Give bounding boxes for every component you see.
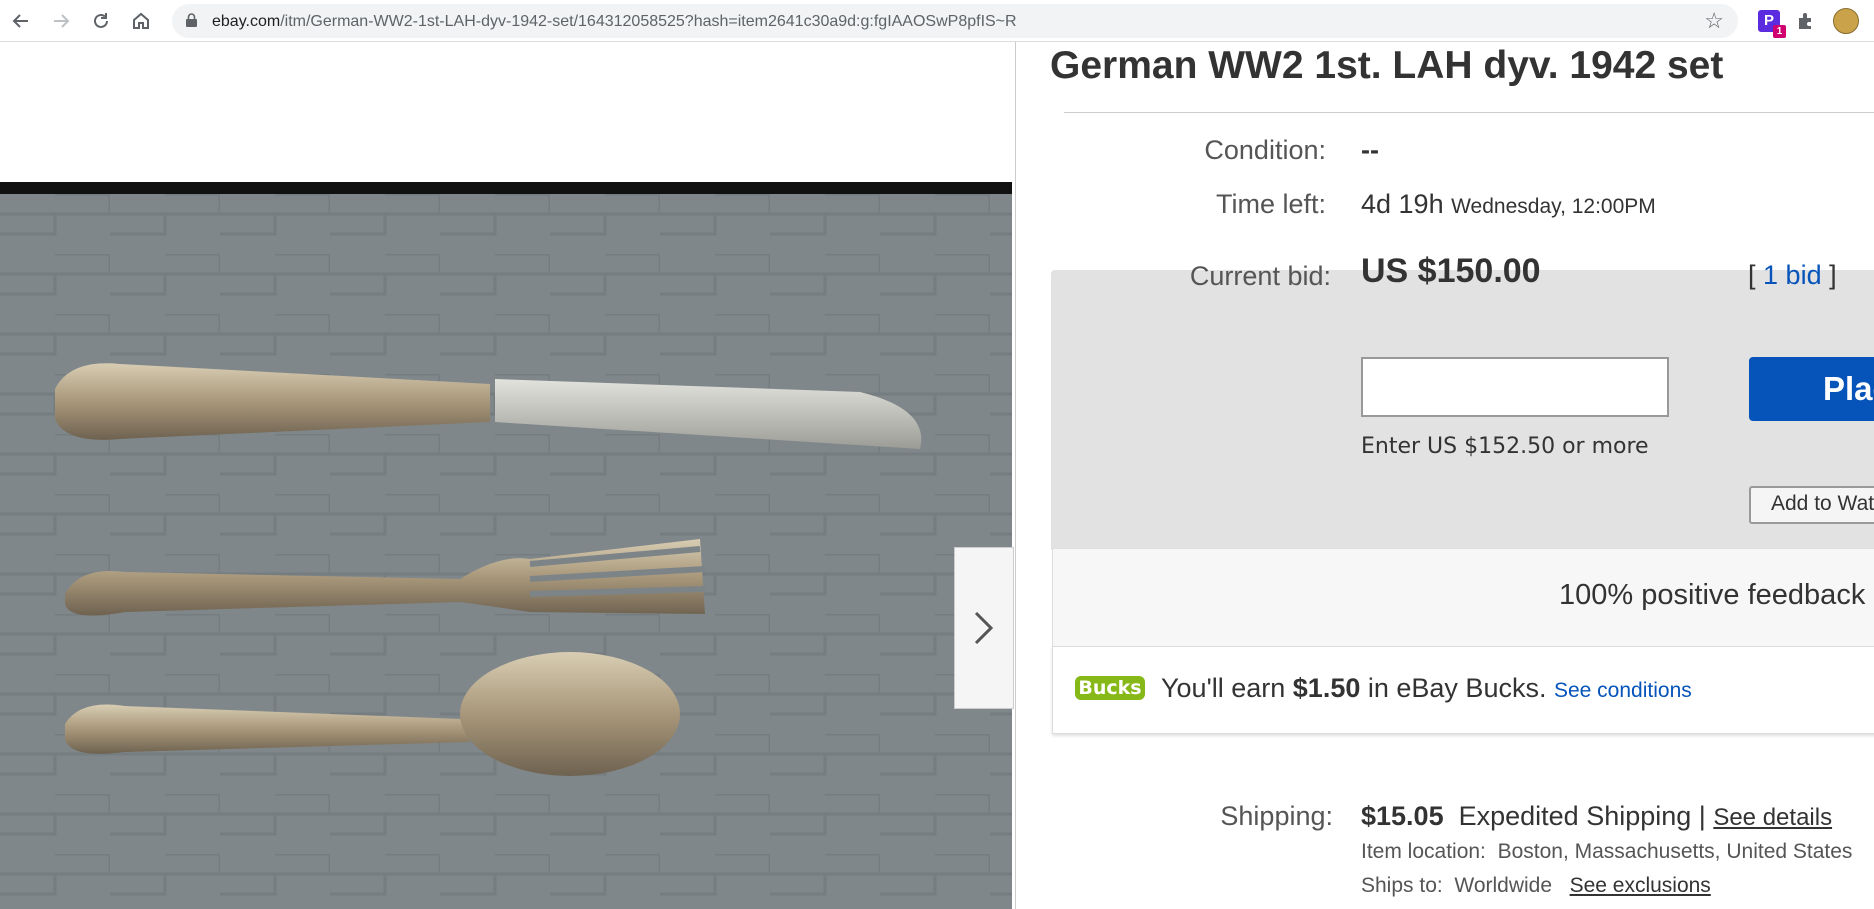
time-left-end-date: Wednesday, 12:00PM [1451, 195, 1656, 218]
current-bid-value: US $150.00 [1361, 252, 1541, 290]
bid-count-wrapper: [ 1 bid ] [1748, 260, 1837, 291]
ebay-bucks-strip: Bucks You'll earn $1.50 in eBay Bucks. S… [1052, 646, 1874, 734]
item-title: German WW2 1st. LAH dyv. 1942 set [1050, 44, 1724, 87]
lock-icon [186, 13, 197, 27]
title-divider [1064, 112, 1874, 113]
time-left-label: Time left: [1215, 189, 1326, 219]
next-image-chevron-icon[interactable] [954, 547, 1014, 709]
address-bar[interactable]: ebay.com/itm/German-WW2-1st-LAH-dyv-1942… [172, 4, 1738, 38]
bid-count-bracket-open: [ [1748, 260, 1756, 290]
add-to-watchlist-button[interactable]: Add to Watchlist [1749, 486, 1874, 524]
current-bid-label: Current bid: [1189, 261, 1331, 291]
time-left-duration: 4d 19h [1361, 189, 1444, 219]
item-location-label: Item location: [1361, 840, 1486, 863]
home-icon[interactable] [128, 8, 154, 34]
ships-to-label: Ships to: [1361, 874, 1443, 897]
item-photo[interactable] [0, 182, 1012, 909]
cutlery-photo-image [0, 194, 1012, 909]
url-text: ebay.com/itm/German-WW2-1st-LAH-dyv-1942… [212, 13, 1017, 30]
item-location: Item location: Boston, Massachusetts, Un… [1361, 840, 1852, 864]
bucks-earn-amount: $1.50 [1292, 673, 1361, 703]
bid-count-link[interactable]: 1 bid [1763, 260, 1822, 290]
shipping-label: Shipping: [1220, 801, 1333, 831]
forward-arrow-icon[interactable] [48, 8, 74, 34]
bucks-earn-text: You'll earn $1.50 in eBay Bucks. See con… [1161, 673, 1692, 704]
condition-label: Condition: [1204, 135, 1326, 165]
image-gallery [0, 42, 1016, 909]
profile-avatar[interactable] [1833, 8, 1859, 34]
item-location-value: Boston, Massachusetts, United States [1497, 840, 1853, 863]
reload-icon[interactable] [88, 8, 114, 34]
place-bid-button[interactable]: Place bid [1749, 357, 1874, 421]
see-details-link[interactable]: See details [1713, 804, 1832, 831]
puzzle-extensions-icon[interactable] [1793, 8, 1819, 34]
see-conditions-link[interactable]: See conditions [1554, 679, 1692, 702]
item-details-panel: German WW2 1st. LAH dyv. 1942 set Condit… [1016, 42, 1874, 909]
bid-amount-input[interactable] [1361, 357, 1669, 417]
see-exclusions-link[interactable]: See exclusions [1570, 874, 1711, 897]
ebay-bucks-logo: Bucks [1075, 676, 1145, 700]
positive-feedback-text: 100% positive feedback [1559, 579, 1866, 611]
extension-badge-icon[interactable]: P 1 [1756, 8, 1786, 38]
extension-badge-count: 1 [1773, 25, 1786, 38]
back-arrow-icon[interactable] [8, 8, 34, 34]
ships-to-value: Worldwide [1454, 874, 1553, 897]
ships-to: Ships to: Worldwide See exclusions [1361, 874, 1711, 898]
shipping-method: Expedited Shipping | [1458, 801, 1706, 831]
time-left-value: 4d 19h Wednesday, 12:00PM [1361, 189, 1656, 220]
bookmark-star-icon[interactable]: ☆ [1704, 8, 1724, 34]
shipping-value: $15.05 Expedited Shipping | See details [1361, 801, 1832, 832]
seller-feedback-strip: 100% positive feedback [1052, 548, 1874, 647]
bid-count-bracket-close: ] [1829, 260, 1837, 290]
shipping-price: $15.05 [1361, 801, 1444, 831]
browser-toolbar: ebay.com/itm/German-WW2-1st-LAH-dyv-1942… [0, 0, 1874, 42]
bucks-earn-prefix: You'll earn [1161, 673, 1286, 703]
condition-value: -- [1361, 135, 1379, 165]
bucks-earn-suffix: in eBay Bucks. [1367, 673, 1547, 703]
bid-hint-text: Enter US $152.50 or more [1361, 434, 1649, 459]
